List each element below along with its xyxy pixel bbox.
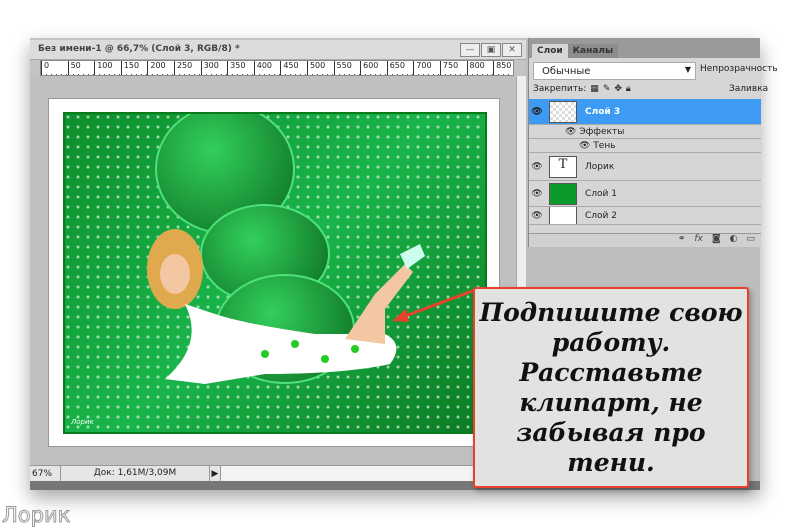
watermark: Лорик [1,503,71,528]
callout-text: Подпишите свою работу. Расставьте клипар… [479,297,743,477]
instruction-callout: Подпишите свою работу. Расставьте клипар… [473,287,749,488]
